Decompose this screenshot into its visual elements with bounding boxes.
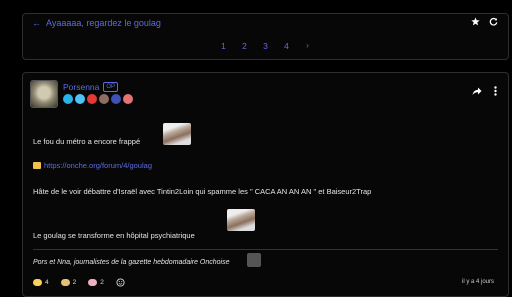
signature: Pors et Nna, journalistes de la gazette … [33, 259, 230, 266]
back-link[interactable]: ← Ayaaaaa, regardez le goulag [32, 18, 161, 28]
badge-icon [75, 94, 85, 104]
post-card: Porsenna OP Le fou du métro a encore fra… [22, 72, 509, 297]
add-reaction-icon [116, 278, 125, 287]
post-link-line: https://onche.org/forum/4/goulag [33, 161, 152, 170]
signature-image [247, 253, 261, 267]
page-1[interactable]: 1 [213, 41, 234, 51]
post-time: il y a 4 jours [461, 279, 494, 285]
add-reaction-button[interactable] [116, 278, 125, 287]
sticker-image [163, 123, 191, 145]
arrow-left-icon: ← [32, 18, 41, 28]
reaction-bar: 4 2 2 [33, 278, 125, 287]
post-line: Le fou du métro a encore frappé [33, 137, 141, 146]
reaction-2[interactable]: 2 [60, 279, 77, 286]
topic-header: ← Ayaaaaa, regardez le goulag 1 2 3 4 › [22, 13, 509, 60]
reaction-3[interactable]: 2 [88, 279, 104, 286]
share-icon[interactable] [472, 83, 482, 101]
star-icon[interactable] [471, 17, 480, 26]
user-badges [63, 94, 133, 104]
reaction-count: 2 [100, 279, 104, 286]
reaction-1[interactable]: 4 [33, 279, 49, 286]
badge-icon [63, 94, 73, 104]
badge-icon [111, 94, 121, 104]
post-line: Hâte de le voir débattre d'Israël avec T… [33, 187, 372, 196]
page-4[interactable]: 4 [276, 41, 297, 51]
reaction-count: 2 [72, 279, 77, 286]
folder-icon [33, 162, 41, 169]
reaction-icon [33, 279, 42, 286]
divider [33, 249, 498, 250]
reaction-count: 4 [45, 279, 49, 286]
page-3[interactable]: 3 [255, 41, 276, 51]
avatar[interactable] [30, 80, 58, 108]
author-name[interactable]: Porsenna [63, 82, 99, 92]
next-page-icon[interactable]: › [297, 41, 318, 51]
sticker-image [227, 209, 255, 231]
pagination: 1 2 3 4 › [23, 41, 508, 51]
refresh-icon[interactable] [489, 17, 498, 26]
reaction-icon [60, 279, 70, 286]
more-options-icon[interactable] [494, 83, 497, 101]
page-2[interactable]: 2 [234, 41, 255, 51]
op-badge: OP [103, 82, 119, 92]
badge-icon [123, 94, 133, 104]
post-line: Le goulag se transforme en hôpital psych… [33, 231, 195, 240]
reaction-icon [88, 279, 98, 286]
badge-icon [99, 94, 109, 104]
topic-title: Ayaaaaa, regardez le goulag [46, 18, 161, 28]
badge-icon [87, 94, 97, 104]
post-link[interactable]: https://onche.org/forum/4/goulag [44, 161, 152, 170]
